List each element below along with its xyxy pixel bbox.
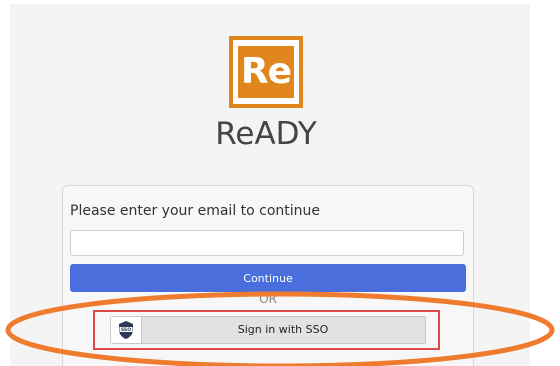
email-prompt: Please enter your email to continue (70, 203, 321, 219)
email-input[interactable] (70, 230, 464, 256)
sso-button[interactable]: SSO Sign in with SSO (110, 316, 426, 344)
sso-button-label: Sign in with SSO (237, 323, 329, 336)
sso-shield-svg: SSO (119, 321, 133, 339)
or-divider: OR (259, 292, 277, 306)
sso-icon-text: SSO (121, 327, 131, 333)
app-name: ReADY (215, 116, 317, 152)
brand-logo-mark: Re (238, 46, 294, 98)
continue-button[interactable]: Continue (70, 264, 466, 292)
brand-logo: Re (229, 36, 303, 108)
sso-shield-icon: SSO (111, 317, 142, 343)
